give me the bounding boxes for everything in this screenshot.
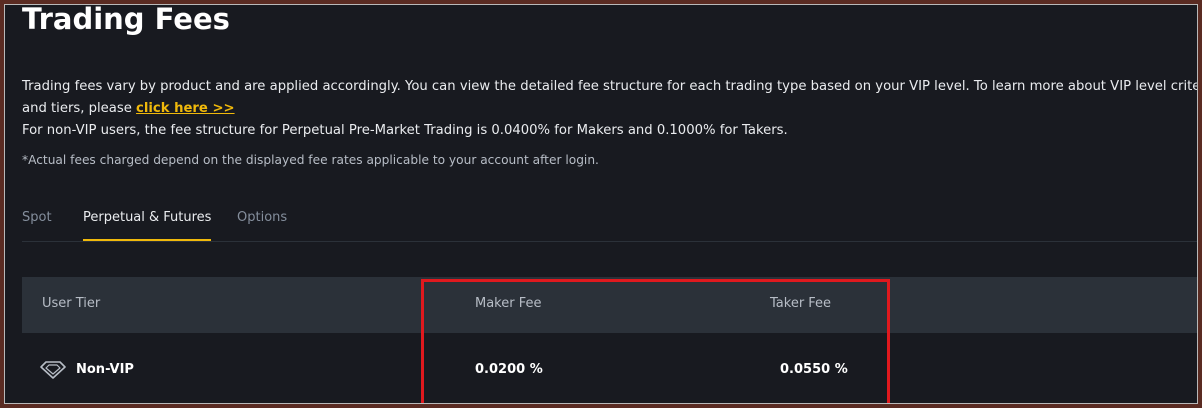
tab-options[interactable]: Options (237, 205, 287, 240)
page-title: Trading Fees (22, 5, 230, 36)
description-line-2: and tiers, please click here >> (22, 98, 1187, 120)
description-line-3: For non-VIP users, the fee structure for… (22, 123, 788, 138)
description-line-1: Trading fees vary by product and are app… (22, 79, 1197, 94)
trading-fees-page: Trading Fees Trading fees vary by produc… (5, 5, 1197, 403)
fees-description: Trading fees vary by product and are app… (22, 76, 1197, 142)
fees-note: *Actual fees charged depend on the displ… (22, 153, 599, 167)
fee-highlight-box (421, 279, 890, 403)
product-tabs: Spot Perpetual & Futures Options (22, 205, 1197, 242)
column-header-user-tier: User Tier (42, 296, 101, 311)
tab-spot[interactable]: Spot (22, 205, 52, 240)
tab-perpetual-futures[interactable]: Perpetual & Futures (83, 205, 212, 241)
description-line-2-text: and tiers, please (22, 101, 137, 116)
vip-criteria-link[interactable]: click here >> (136, 101, 235, 116)
user-tier-value: Non-VIP (76, 362, 134, 377)
diamond-icon (40, 361, 66, 379)
